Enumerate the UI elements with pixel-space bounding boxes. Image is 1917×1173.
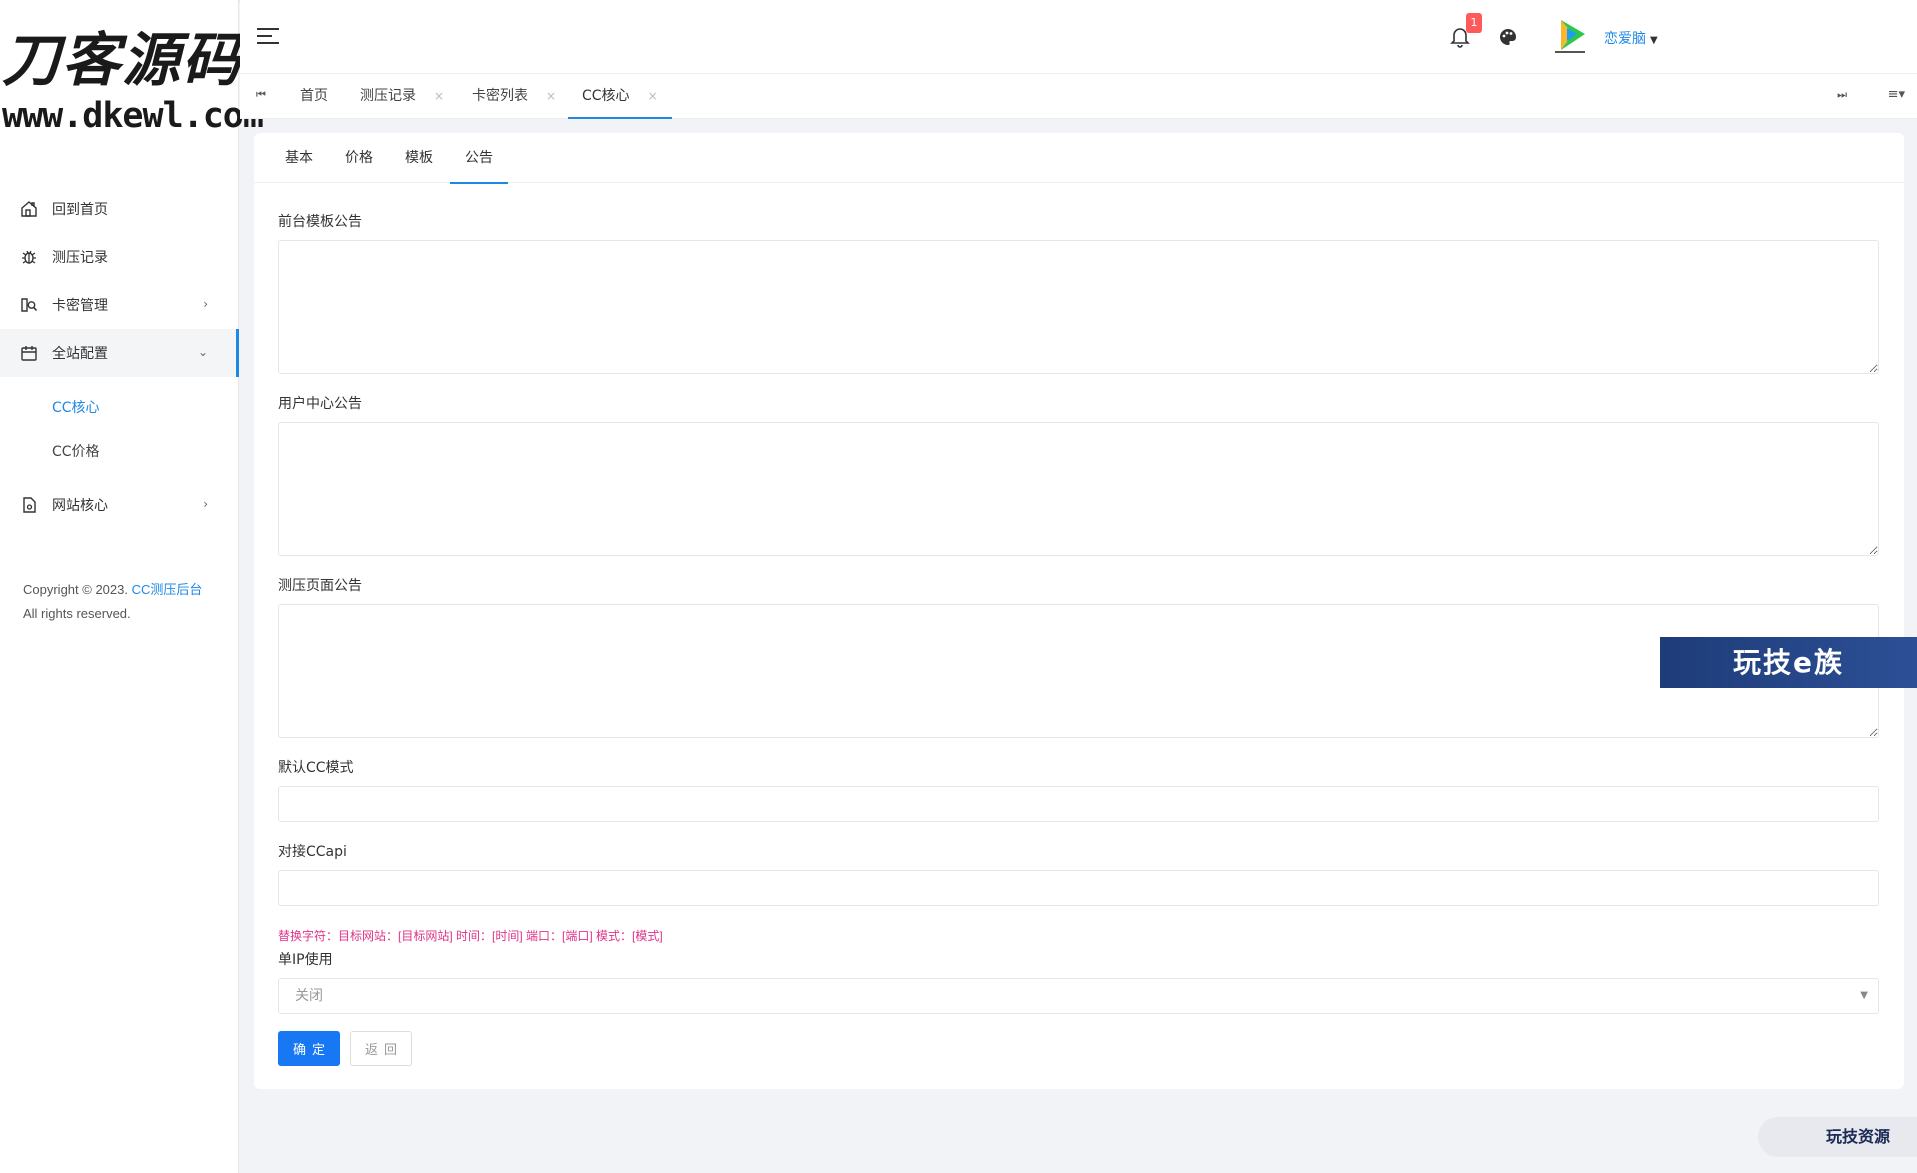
copyright-prefix: Copyright © 2023. — [23, 582, 128, 597]
copyright: Copyright © 2023. CC测压后台 All rights rese… — [23, 578, 202, 626]
dock-ccapi-label: 对接CCapi — [278, 844, 347, 860]
watermark-corner: 玩技资源 — [1758, 1117, 1917, 1157]
logo[interactable]: 刀客源码网 www.dkewl.com — [0, 0, 303, 162]
sidebar-item-label: 回到首页 — [52, 202, 108, 218]
confirm-button[interactable]: 确定 — [278, 1031, 340, 1066]
back-button[interactable]: 返回 — [350, 1031, 412, 1066]
sidebar-nav: 回到首页 测压记录 卡密管理 › 全站配置 ⌄ CC核心 CC价格 网站核心 › — [0, 185, 239, 529]
page-tabs-bar: ⏮ 首页 测压记录 × 卡密列表 × CC核心 × ⏭ ≡▾ — [240, 73, 1917, 119]
bug-icon — [20, 248, 38, 266]
tabs-menu-icon[interactable]: ≡▾ — [1888, 87, 1905, 102]
tab-label: 测压记录 — [360, 88, 416, 104]
sidebar: 刀客源码网 www.dkewl.com 回到首页 测压记录 卡密管理 › 全站配… — [0, 0, 303, 1173]
chevron-right-icon: › — [203, 497, 208, 511]
front-notice-label: 前台模板公告 — [278, 214, 362, 230]
test-page-notice-label: 测压页面公告 — [278, 578, 362, 594]
close-icon[interactable]: × — [434, 89, 444, 103]
scroll-last-icon[interactable]: ⏭ — [1837, 88, 1847, 102]
front-notice-textarea[interactable] — [278, 240, 1879, 374]
sidebar-item-card-management[interactable]: 卡密管理 › — [0, 281, 238, 329]
home-icon — [20, 200, 38, 218]
tab-price[interactable]: 价格 — [345, 133, 373, 183]
replace-hint: 替换字符：目标网站：[目标网站] 时间：[时间] 端口：[端口] 模式：[模式] — [278, 929, 663, 943]
tab-basic[interactable]: 基本 — [285, 133, 313, 183]
caret-down-icon: ▼ — [1860, 990, 1868, 1001]
copyright-rights: All rights reserved. — [23, 606, 131, 621]
sidebar-submenu: CC核心 CC价格 — [0, 377, 238, 481]
default-cc-mode-input[interactable] — [278, 786, 1879, 822]
logo-url: www.dkewl.com — [2, 96, 264, 136]
logo-title: 刀客源码网 — [2, 26, 303, 94]
tab-template[interactable]: 模板 — [405, 133, 433, 183]
content-tabs: 基本 价格 模板 公告 — [254, 133, 1904, 184]
single-ip-select[interactable]: 关闭 ▼ — [278, 978, 1879, 1014]
sidebar-item-test-records[interactable]: 测压记录 — [0, 233, 238, 281]
copyright-brand-link[interactable]: CC测压后台 — [132, 582, 203, 597]
calendar-icon — [20, 344, 38, 362]
tab-label: 首页 — [300, 88, 328, 104]
tab-cc-core[interactable]: CC核心 × — [568, 74, 672, 119]
top-header — [240, 0, 1917, 73]
username-label: 恋爱脑 — [1604, 31, 1646, 47]
sidebar-item-label: 卡密管理 — [52, 298, 108, 314]
scroll-first-icon[interactable]: ⏮ — [256, 88, 266, 102]
sidebar-item-label: 全站配置 — [52, 346, 108, 362]
avatar[interactable] — [1547, 12, 1593, 58]
notification-badge: 1 — [1466, 13, 1482, 33]
file-icon — [20, 496, 38, 514]
tab-label: 卡密列表 — [472, 88, 528, 104]
close-icon[interactable]: × — [546, 89, 556, 103]
user-center-notice-label: 用户中心公告 — [278, 396, 362, 412]
sidebar-item-site-config[interactable]: 全站配置 ⌄ — [0, 329, 239, 377]
sidebar-subitem-cc-price[interactable]: CC价格 — [0, 429, 238, 473]
user-center-notice-textarea[interactable] — [278, 422, 1879, 556]
tab-test-records[interactable]: 测压记录 × — [360, 74, 444, 119]
tab-card-list[interactable]: 卡密列表 × — [472, 74, 556, 119]
config-card: 基本 价格 模板 公告 前台模板公告 用户中心公告 测压页面公告 默认CC模式 … — [254, 133, 1904, 1089]
single-ip-selected-value: 关闭 — [295, 988, 323, 1004]
default-cc-mode-label: 默认CC模式 — [278, 760, 354, 776]
chevron-right-icon: › — [203, 297, 208, 311]
card-icon — [20, 296, 38, 314]
tab-notice[interactable]: 公告 — [450, 133, 508, 184]
menu-toggle-icon[interactable] — [257, 28, 279, 44]
test-page-notice-textarea[interactable] — [278, 604, 1879, 738]
close-icon[interactable]: × — [648, 89, 658, 103]
single-ip-label: 单IP使用 — [278, 952, 333, 968]
chevron-down-icon: ⌄ — [197, 345, 208, 359]
tab-home[interactable]: 首页 — [300, 74, 328, 119]
sidebar-item-label: 测压记录 — [52, 250, 108, 266]
sidebar-item-home[interactable]: 回到首页 — [0, 185, 238, 233]
palette-icon[interactable] — [1497, 26, 1519, 48]
sidebar-item-site-core[interactable]: 网站核心 › — [0, 481, 238, 529]
sidebar-item-label: 网站核心 — [52, 498, 108, 514]
tab-label: CC核心 — [582, 88, 630, 104]
sidebar-subitem-cc-core[interactable]: CC核心 — [0, 385, 238, 429]
caret-down-icon: ▼ — [1650, 35, 1658, 46]
dock-ccapi-input[interactable] — [278, 870, 1879, 906]
watermark-banner: 玩技e族 — [1660, 637, 1917, 688]
user-menu[interactable]: 恋爱脑 ▼ — [1604, 28, 1658, 48]
